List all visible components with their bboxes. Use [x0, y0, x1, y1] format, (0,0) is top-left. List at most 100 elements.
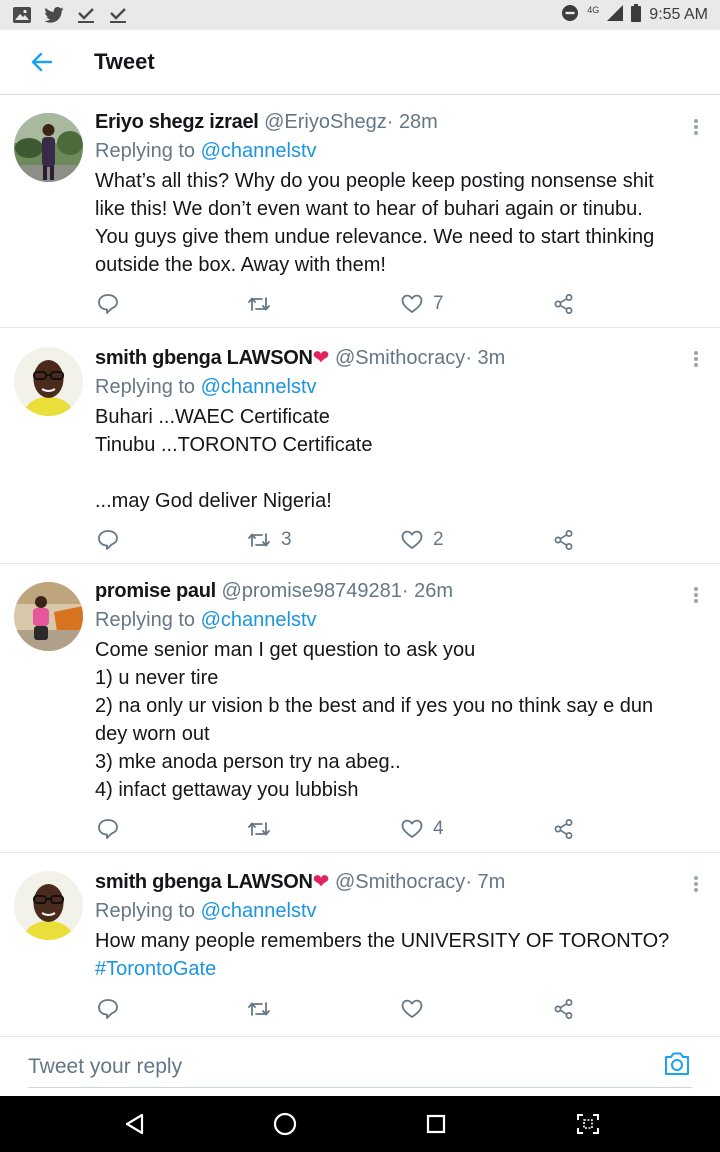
tweet-text-line: What’s all this? Why do you people keep …	[95, 170, 654, 192]
handle[interactable]: @Smithocracy	[335, 871, 465, 893]
display-name[interactable]: Eriyo shegz izrael	[95, 111, 259, 133]
tweet-text: How many people remembers the UNIVERSITY…	[95, 927, 684, 983]
more-options-button[interactable]	[692, 349, 700, 369]
retweet-icon	[248, 297, 270, 311]
tweet-text-line: outside the box. Away with them!	[95, 254, 386, 276]
reply-button[interactable]	[97, 527, 119, 553]
retweet-count: 3	[281, 529, 292, 550]
display-name[interactable]: smith gbenga LAWSON	[95, 871, 313, 893]
avatar[interactable]	[14, 871, 83, 940]
hashtag-link[interactable]: #TorontoGate	[95, 955, 684, 983]
heart-icon	[401, 530, 423, 549]
check-icon	[76, 6, 96, 24]
back-button[interactable]	[0, 30, 84, 95]
reply-input-underline	[28, 1087, 692, 1088]
replying-prefix: Replying to	[95, 900, 196, 922]
share-button[interactable]	[553, 816, 575, 842]
page-title: Tweet	[94, 49, 155, 74]
reply-input[interactable]	[28, 1051, 588, 1083]
signal-icon	[607, 4, 624, 26]
replying-to: Replying to @channelstv	[95, 897, 684, 925]
screenshot-icon	[577, 1114, 599, 1134]
mention-link[interactable]: @channelstv	[201, 609, 317, 631]
separator-dot: ·	[386, 111, 394, 133]
display-name[interactable]: smith gbenga LAWSON	[95, 347, 313, 369]
retweet-button[interactable]	[247, 291, 281, 317]
nav-recents-button[interactable]	[421, 1109, 451, 1139]
like-button[interactable]: 7	[401, 291, 444, 317]
tweet-text-line: ...may God deliver Nigeria!	[95, 490, 332, 512]
tweet-text: Come senior man I get question to ask yo…	[95, 636, 684, 804]
tweet-header: smith gbenga LAWSON❤ @Smithocracy· 7m	[95, 869, 684, 895]
tweet-text-line: You guys give them undue relevance. We n…	[95, 226, 655, 248]
arrow-left-icon	[31, 52, 53, 72]
display-name[interactable]: promise paul	[95, 580, 216, 602]
tweet-text-line: Tinubu ...TORONTO Certificate	[95, 434, 373, 456]
timestamp: 3m	[477, 347, 506, 369]
tweet-text-line: Come senior man I get question to ask yo…	[95, 639, 476, 661]
nav-home-button[interactable]	[270, 1109, 300, 1139]
tweet-item[interactable]: promise paul @promise98749281· 26m Reply…	[0, 564, 720, 853]
nav-back-button[interactable]	[119, 1109, 149, 1139]
tweet-header: Eriyo shegz izrael @EriyoShegz· 28m	[95, 109, 684, 135]
mention-link[interactable]: @channelstv	[201, 376, 317, 398]
tweet-actions: 3 2	[95, 527, 585, 553]
tweet-item[interactable]: smith gbenga LAWSON❤ @Smithocracy· 3m Re…	[0, 328, 720, 564]
like-count: 4	[433, 818, 444, 839]
retweet-button[interactable]	[247, 816, 281, 842]
handle[interactable]: @promise98749281	[221, 580, 401, 602]
tweet-item[interactable]: Eriyo shegz izrael @EriyoShegz· 28m Repl…	[0, 96, 720, 328]
separator-dot: ·	[465, 347, 472, 369]
camera-icon[interactable]	[663, 1051, 691, 1077]
reply-bar	[0, 1036, 720, 1096]
top-bar: Tweet	[0, 30, 720, 95]
retweet-button[interactable]: 3	[247, 527, 292, 553]
tweet-actions	[95, 996, 585, 1022]
retweet-button[interactable]	[247, 996, 281, 1022]
mention-link[interactable]: @channelstv	[201, 140, 317, 162]
tweet-text-line: 2) na only ur vision b the best and if y…	[95, 695, 654, 717]
reply-button[interactable]	[97, 816, 119, 842]
avatar[interactable]	[14, 582, 83, 651]
more-options-button[interactable]	[692, 585, 700, 605]
more-options-button[interactable]	[692, 117, 700, 137]
reply-icon	[98, 530, 118, 550]
tweet-text-line: 1) u never tire	[95, 667, 219, 689]
heart-icon	[401, 999, 423, 1018]
heart-icon	[401, 819, 423, 838]
replying-to: Replying to @channelstv	[95, 137, 684, 165]
avatar[interactable]	[14, 113, 83, 182]
handle[interactable]: @EriyoShegz	[264, 111, 387, 133]
avatar[interactable]	[14, 347, 83, 416]
mention-link[interactable]: @channelstv	[201, 900, 317, 922]
more-options-button[interactable]	[692, 874, 700, 894]
heart-emoji: ❤	[312, 871, 330, 893]
tweet-header: promise paul @promise98749281· 26m	[95, 578, 684, 604]
retweet-icon	[248, 533, 270, 547]
share-button[interactable]	[553, 527, 575, 553]
reply-button[interactable]	[97, 996, 119, 1022]
reply-button[interactable]	[97, 291, 119, 317]
tweet-text: Buhari ...WAEC Certificate Tinubu ...TOR…	[95, 403, 684, 515]
tweet-text-line: How many people remembers the UNIVERSITY…	[95, 930, 670, 952]
tweet-text-line: 4) infact gettaway you lubbish	[95, 779, 359, 801]
timestamp: 7m	[477, 871, 506, 893]
tweet-text-line: dey worn out	[95, 723, 210, 745]
share-button[interactable]	[553, 996, 575, 1022]
back-triangle-icon	[125, 1113, 144, 1135]
like-button[interactable]: 2	[401, 527, 444, 553]
tweet-text: What’s all this? Why do you people keep …	[95, 167, 684, 279]
handle[interactable]: @Smithocracy	[335, 347, 465, 369]
recents-square-icon	[426, 1114, 446, 1134]
share-button[interactable]	[553, 291, 575, 317]
check-icon	[108, 6, 128, 24]
like-button[interactable]: 4	[401, 816, 444, 842]
nav-screenshot-button[interactable]	[573, 1109, 603, 1139]
replying-to: Replying to @channelstv	[95, 373, 684, 401]
twitter-icon	[44, 6, 64, 24]
share-icon	[554, 999, 573, 1019]
retweet-icon	[248, 1002, 270, 1016]
like-button[interactable]	[401, 996, 433, 1022]
tweet-item[interactable]: smith gbenga LAWSON❤ @Smithocracy· 7m Re…	[0, 853, 720, 1036]
replying-prefix: Replying to	[95, 140, 196, 162]
